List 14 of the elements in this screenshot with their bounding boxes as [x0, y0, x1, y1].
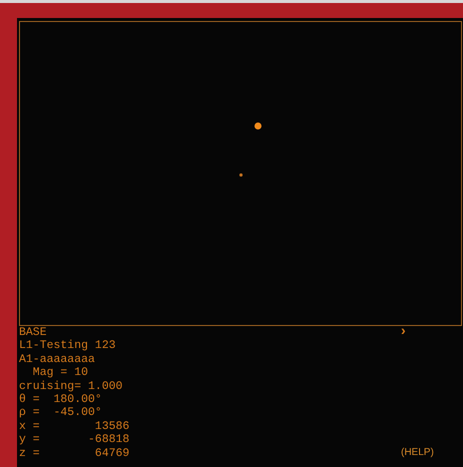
star-dot-icon — [254, 122, 262, 130]
status-line: Mag = 10 — [32, 366, 88, 380]
status-line: θ = 180.00° — [19, 393, 102, 406]
status-line: ρ = -45.00° — [19, 406, 102, 420]
status-line: x = 13586 — [19, 420, 130, 434]
status-line: A1-aaaaaaaa — [19, 352, 95, 366]
next-button[interactable]: › — [399, 326, 408, 339]
status-line: BASE — [19, 326, 47, 340]
help-button[interactable]: (HELP) — [401, 446, 434, 460]
status-line: cruising= 1.000 — [19, 380, 123, 394]
marker-dot-icon — [239, 173, 243, 177]
status-line: y = -68818 — [19, 433, 130, 447]
status-line: z = 64769 — [19, 446, 130, 460]
status-line: L1-Testing 123 — [19, 339, 116, 353]
